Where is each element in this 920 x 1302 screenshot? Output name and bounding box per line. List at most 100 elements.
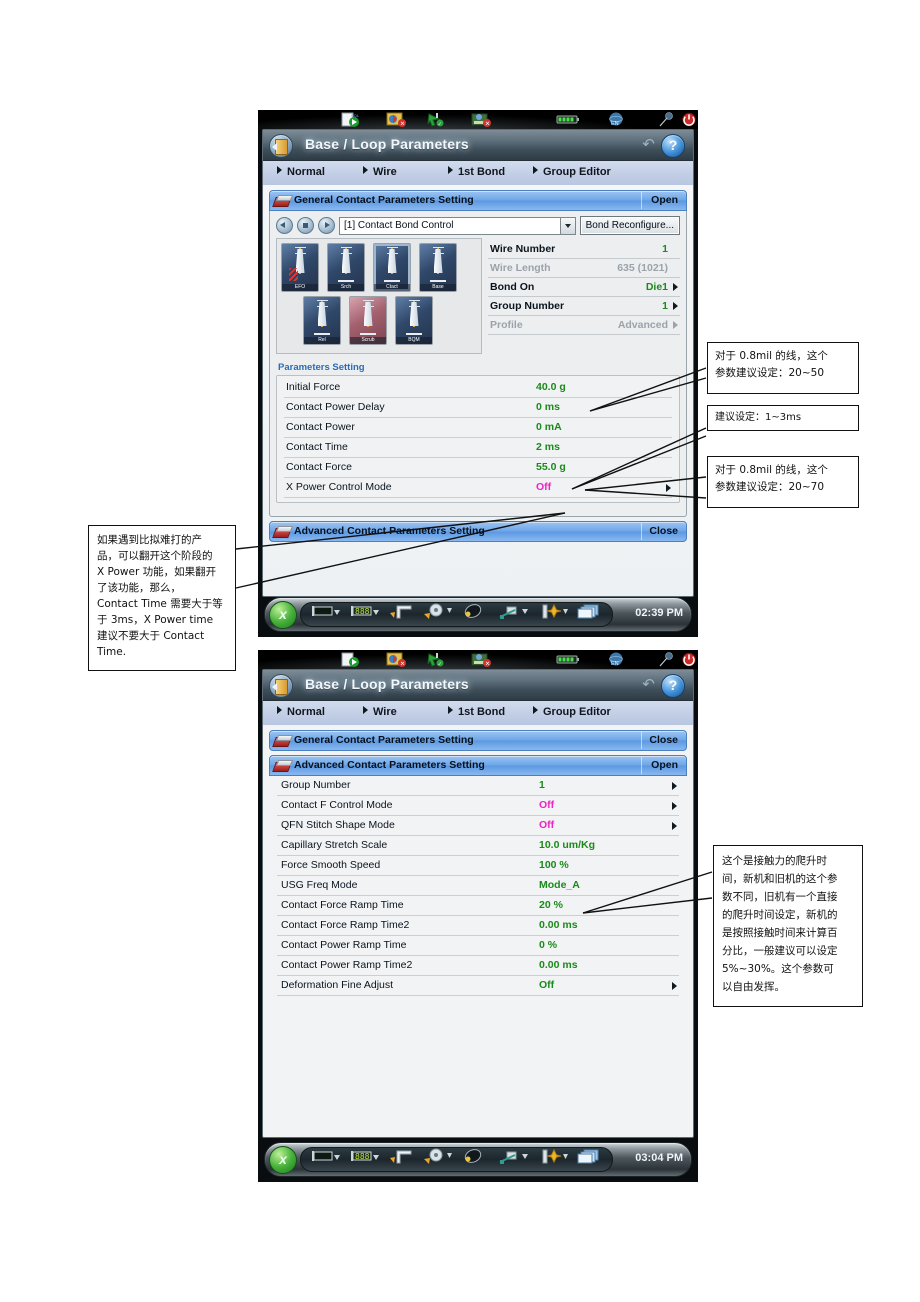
note-x-power: 如果遇到比拟难打的产 品，可以翻开这个阶段的 X Power 功能，如果翻开 了… [88,525,236,671]
bond-head-icon[interactable] [389,1148,417,1165]
tab-group-editor[interactable]: Group Editor [533,706,611,718]
param-row-capillary-stretch-scale[interactable]: Capillary Stretch Scale 10.0 um/Kg [277,836,679,856]
chevron-down-icon[interactable] [559,217,575,234]
tab-1st-bond[interactable]: 1st Bond [448,166,505,178]
lamp-icon [659,112,673,127]
stage-icon-bqm[interactable]: BQM [395,296,433,345]
param-row-force-smooth-speed[interactable]: Force Smooth Speed 100 % [277,856,679,876]
general-contact-header[interactable]: General Contact Parameters Setting Close [269,730,687,751]
param-row-group-number[interactable]: Group Number 1 [277,776,679,796]
power-icon[interactable] [682,652,696,667]
tab-wire[interactable]: Wire [363,706,397,718]
chevron-right-icon[interactable] [672,802,677,810]
chevron-right-icon[interactable] [672,782,677,790]
chevron-right-icon[interactable] [672,982,677,990]
general-contact-header[interactable]: General Contact Parameters Setting Open [269,190,687,211]
battery-icon [556,115,579,124]
param-row-x-power-control-mode[interactable]: X Power Control Mode Off [284,478,672,498]
note-line: 对于 0.8mil 的线，这个 [715,464,828,476]
help-button[interactable]: ? [661,134,685,158]
app-logo[interactable]: x [269,1146,297,1174]
stage-caption: BQM [396,337,432,344]
chevron-right-icon[interactable] [673,302,678,310]
tab-normal[interactable]: Normal [277,166,325,178]
stage-icon-scrub[interactable]: Scrub [349,296,387,345]
pointer-ok-icon: ✓ [427,653,444,667]
spool-icon[interactable] [423,603,453,620]
param-row-contact-force-ramp-time2[interactable]: Contact Force Ramp Time2 0.00 ms [277,916,679,936]
square-stop-icon[interactable] [297,217,314,234]
param-row-qfn-stitch-shape-mode[interactable]: QFN Stitch Shape Mode Off [277,816,679,836]
param-row-contact-force[interactable]: Contact Force 55.0 g [284,458,672,478]
tab-normal[interactable]: Normal [277,706,325,718]
stage-icon-efo[interactable]: EFO [281,243,319,292]
calibration-icon[interactable] [539,1148,569,1165]
back-button[interactable] [269,134,293,158]
stage-caption: Ctact [374,284,410,291]
clamp-icon[interactable] [462,603,484,620]
tab-1st-bond[interactable]: 1st Bond [448,706,505,718]
windows-icon[interactable] [577,603,603,620]
param-row-initial-force[interactable]: Initial Force 40.0 g [284,378,672,398]
cleaning-icon[interactable] [499,603,529,620]
note-line: 于 3ms，X Power time [97,614,214,626]
note-line: 以自由发挥。 [722,981,785,993]
digital-display-icon[interactable]: 888 [350,603,380,620]
note-line: 参数建议设定：20~50 [715,367,825,379]
clock: 03:04 PM [635,1152,683,1164]
info-row-bond-on[interactable]: Bond On Die1 [488,278,680,297]
svg-text:SQL: SQL [351,113,360,118]
chevron-right-icon[interactable] [673,283,678,291]
digital-display-icon[interactable]: 888 [350,1148,380,1165]
bond-reconfigure-button[interactable]: Bond Reconfigure... [579,216,680,235]
tab-group-editor[interactable]: Group Editor [533,166,611,178]
param-row-contact-force-ramp-time[interactable]: Contact Force Ramp Time 20 % [277,896,679,916]
calibration-icon[interactable] [539,603,569,620]
param-row-contact-power-ramp-time2[interactable]: Contact Power Ramp Time2 0.00 ms [277,956,679,976]
chevron-right-icon[interactable] [666,484,671,492]
param-row-deformation-fine-adjust[interactable]: Deformation Fine Adjust Off [277,976,679,996]
clamp-icon[interactable] [462,1148,484,1165]
power-icon[interactable] [682,112,696,127]
chevron-right-icon[interactable] [672,822,677,830]
stage-icon-srch[interactable]: Srch [327,243,365,292]
param-row-contact-power[interactable]: Contact Power 0 mA [284,418,672,438]
note-contact-force: 对于 0.8mil 的线，这个 参数建议设定：20~70 [707,456,859,508]
help-button[interactable]: ? [661,674,685,698]
param-row-contact-f-control-mode[interactable]: Contact F Control Mode Off [277,796,679,816]
param-value: 20 % [539,899,563,911]
advanced-contact-header[interactable]: Advanced Contact Parameters Setting Clos… [269,521,687,542]
param-row-usg-freq-mode[interactable]: USG Freq Mode Mode_A [277,876,679,896]
back-button[interactable] [269,674,293,698]
stage-icon-ctact[interactable]: Ctact [373,243,411,292]
advanced-contact-state[interactable]: Open [651,759,678,771]
undo-icon[interactable]: ↶ [640,137,657,154]
arrow-right-icon[interactable] [318,217,335,234]
param-row-contact-power-delay[interactable]: Contact Power Delay 0 ms [284,398,672,418]
app-logo[interactable]: x [269,601,297,629]
undo-icon[interactable]: ↶ [640,677,657,694]
arrow-left-icon[interactable] [276,217,293,234]
wafer-table-icon[interactable] [311,603,341,620]
info-row-wire-number[interactable]: Wire Number 1 [488,240,680,259]
general-contact-state[interactable]: Close [649,734,678,746]
param-row-contact-time[interactable]: Contact Time 2 ms [284,438,672,458]
info-row-group-number[interactable]: Group Number 1 [488,297,680,316]
info-key: Profile [490,319,523,331]
spool-icon[interactable] [423,1148,453,1165]
stage-icon-rel[interactable]: Rel [303,296,341,345]
advanced-contact-title: Advanced Contact Parameters Setting [294,759,485,771]
advanced-contact-header[interactable]: Advanced Contact Parameters Setting Open [269,755,687,776]
param-row-contact-power-ramp-time[interactable]: Contact Power Ramp Time 0 % [277,936,679,956]
advanced-contact-state[interactable]: Close [649,525,678,537]
pointer-ok-icon: ✓ [427,113,444,127]
general-contact-state[interactable]: Open [651,194,678,206]
bond-control-select[interactable]: [1] Contact Bond Control [339,216,576,235]
cleaning-icon[interactable] [499,1148,529,1165]
wafer-table-icon[interactable] [311,1148,341,1165]
bond-head-icon[interactable] [389,603,417,620]
param-key: Contact Time [286,441,348,453]
windows-icon[interactable] [577,1148,603,1165]
tab-wire[interactable]: Wire [363,166,397,178]
stage-icon-base[interactable]: Base [419,243,457,292]
